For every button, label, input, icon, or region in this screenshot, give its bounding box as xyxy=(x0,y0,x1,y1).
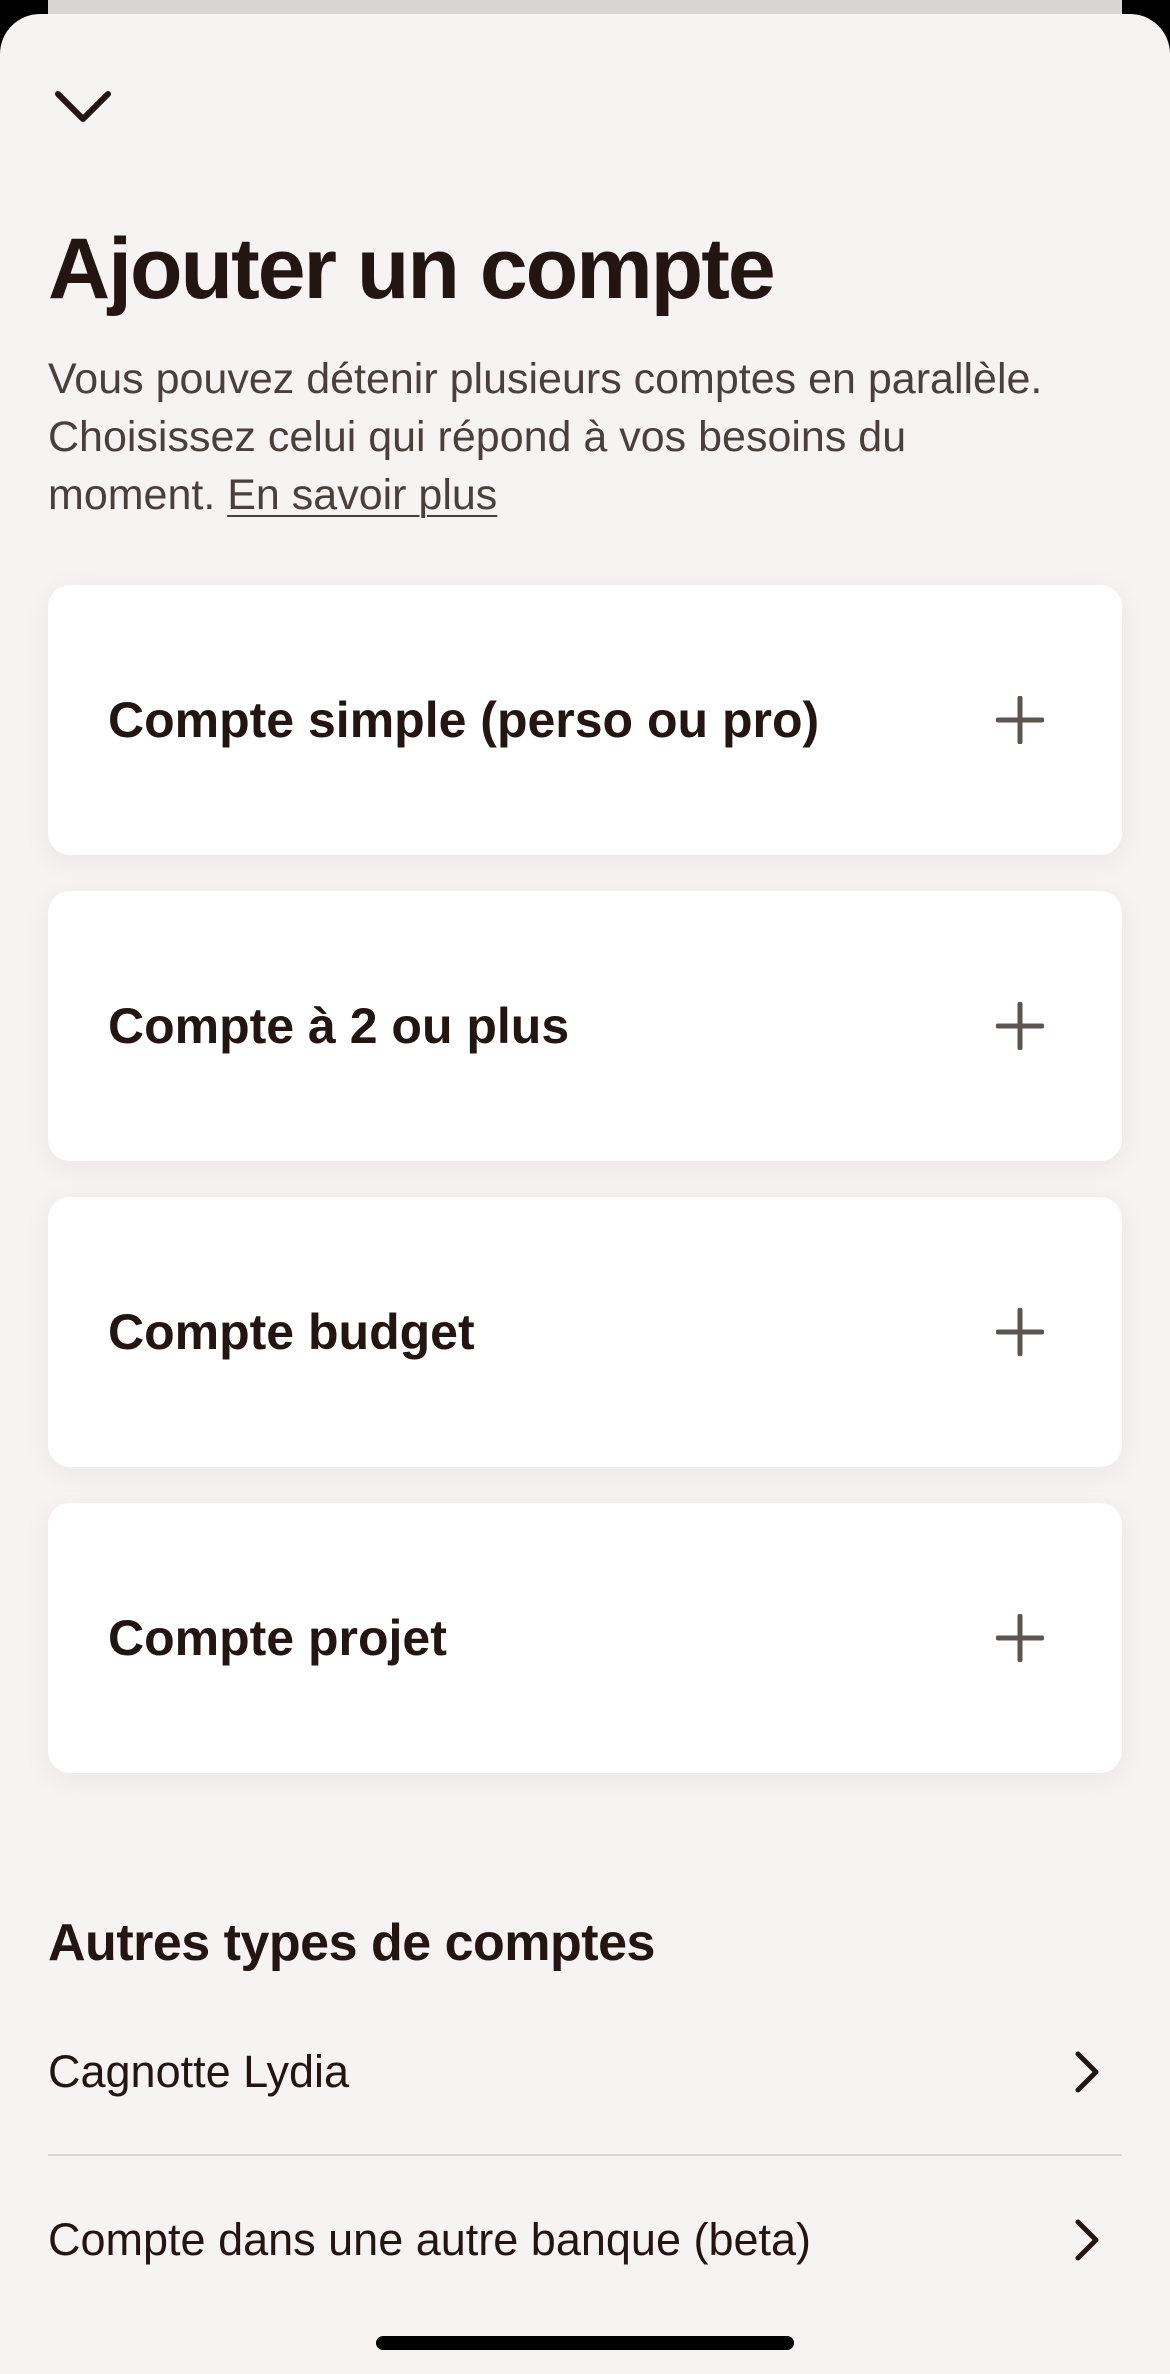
list-item-cagnotte[interactable]: Cagnotte Lydia xyxy=(48,2012,1122,2132)
learn-more-link[interactable]: En savoir plus xyxy=(227,471,497,519)
plus-icon xyxy=(996,1308,1044,1356)
close-sheet-button[interactable] xyxy=(38,66,128,146)
account-option-shared[interactable]: Compte à 2 ou plus xyxy=(48,891,1122,1161)
other-types-heading: Autres types de comptes xyxy=(48,1914,655,1972)
plus-icon xyxy=(996,696,1044,744)
account-option-simple[interactable]: Compte simple (perso ou pro) xyxy=(48,585,1122,855)
account-option-label: Compte projet xyxy=(108,1610,447,1666)
chevron-right-icon xyxy=(1075,2051,1099,2093)
list-item-external-bank[interactable]: Compte dans une autre banque (beta) xyxy=(48,2180,1122,2300)
page-description: Vous pouvez détenir plusieurs comptes en… xyxy=(48,350,1068,524)
account-option-label: Compte budget xyxy=(108,1304,475,1360)
list-divider xyxy=(48,2154,1122,2156)
plus-icon xyxy=(996,1614,1044,1662)
account-option-label: Compte simple (perso ou pro) xyxy=(108,692,820,748)
account-option-budget[interactable]: Compte budget xyxy=(48,1197,1122,1467)
plus-icon xyxy=(996,1002,1044,1050)
chevron-down-icon xyxy=(55,91,111,122)
account-option-project[interactable]: Compte projet xyxy=(48,1503,1122,1773)
description-text: Vous pouvez détenir plusieurs comptes en… xyxy=(48,355,1043,519)
page-title: Ajouter un compte xyxy=(48,221,776,317)
home-indicator xyxy=(376,2336,794,2350)
list-item-label: Compte dans une autre banque (beta) xyxy=(48,2214,812,2265)
chevron-right-icon xyxy=(1075,2219,1099,2261)
add-account-sheet: Ajouter un compte Vous pouvez détenir pl… xyxy=(0,14,1170,2374)
list-item-label: Cagnotte Lydia xyxy=(48,2046,350,2097)
account-option-label: Compte à 2 ou plus xyxy=(108,998,570,1054)
